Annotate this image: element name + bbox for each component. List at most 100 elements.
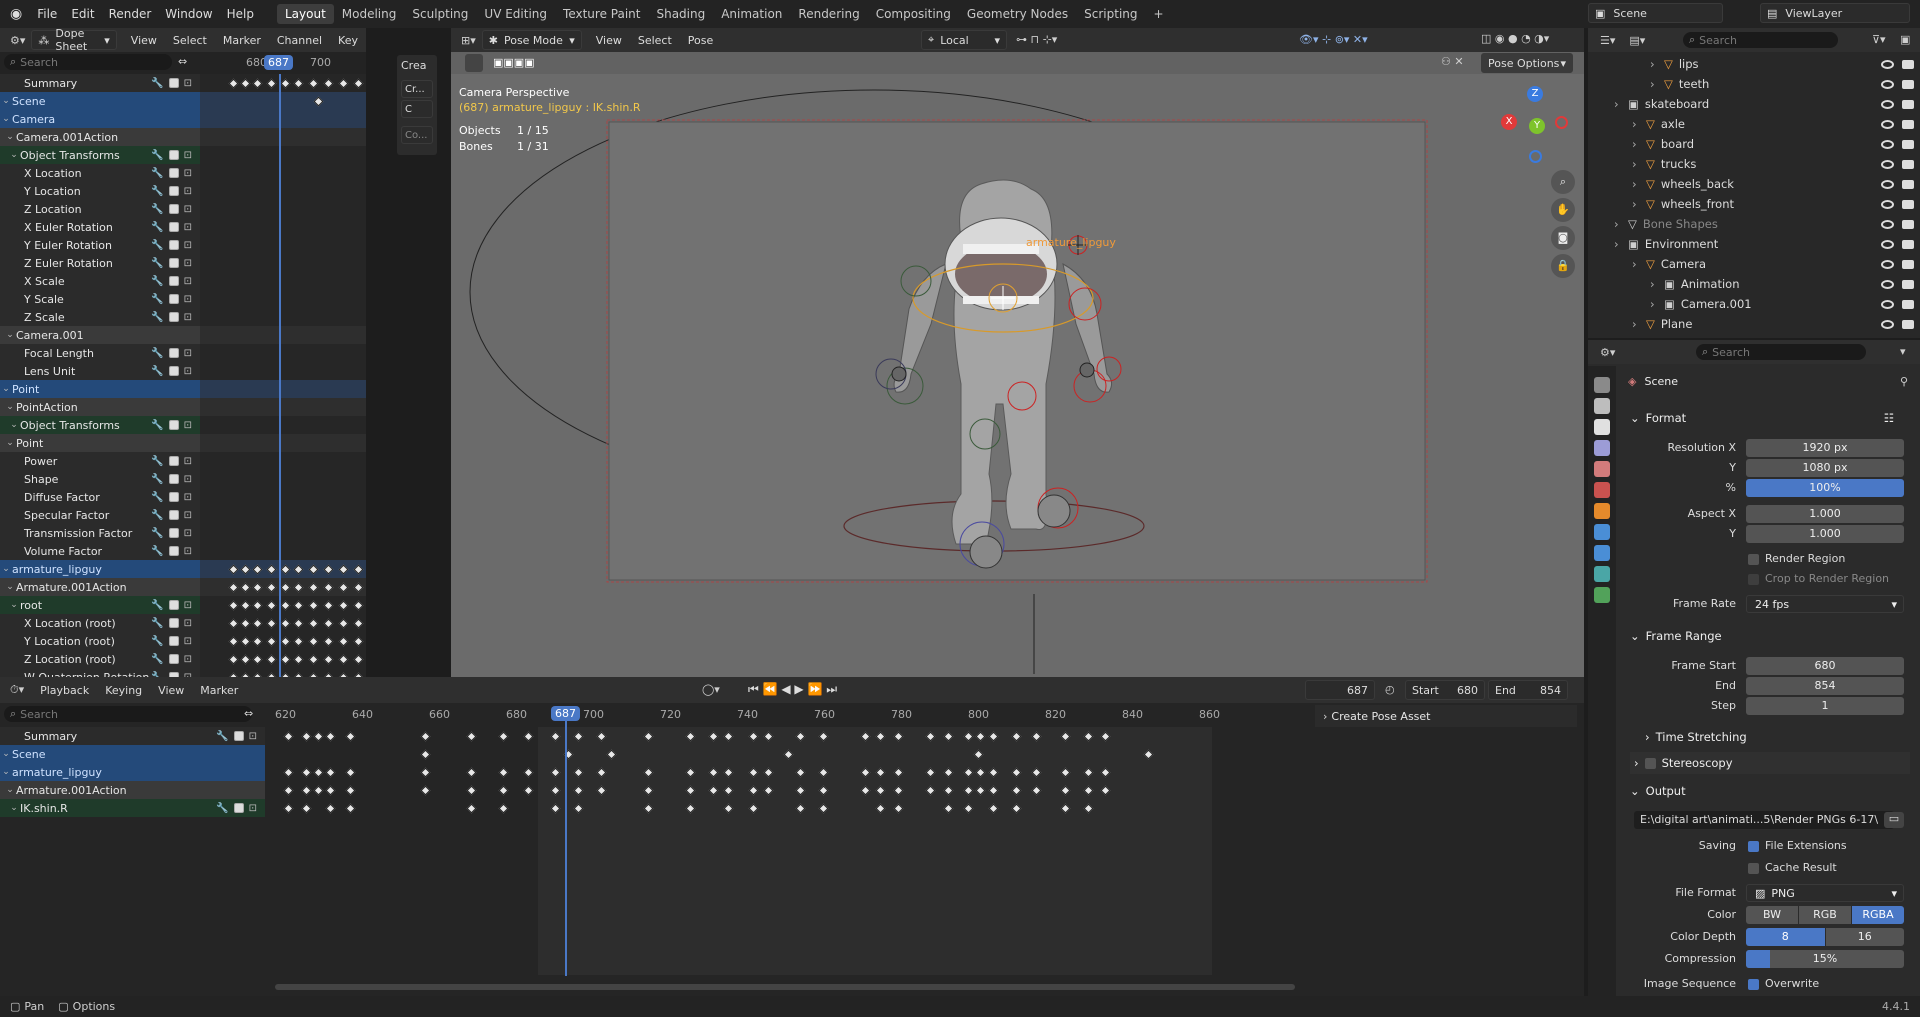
keyframe[interactable]	[723, 785, 734, 796]
channel-row[interactable]: Power 🔧 ⊡	[0, 452, 200, 470]
channel-row[interactable]: ⌄ armature_lipguy	[0, 560, 200, 578]
transform-orientation-select[interactable]: ⌖ Local ▾	[921, 30, 1007, 50]
keyframe[interactable]	[596, 785, 607, 796]
keyframe[interactable]	[550, 785, 561, 796]
expand-chevron-icon[interactable]: ⌄	[8, 150, 20, 160]
keyframe[interactable]	[550, 803, 561, 814]
expand-chevron-icon[interactable]: ›	[1650, 77, 1664, 91]
channel-row[interactable]: Summary 🔧 ⊡	[0, 727, 265, 745]
wrench-icon[interactable]: 🔧	[151, 276, 163, 287]
lock-icon[interactable]: 🔒	[1551, 254, 1575, 278]
keyframe[interactable]	[498, 731, 509, 742]
wrench-icon[interactable]: 🔧	[151, 366, 163, 377]
expand-chevron-icon[interactable]: ⌄	[0, 96, 12, 106]
output-tab-icon[interactable]	[1594, 419, 1610, 435]
menu-render[interactable]: Render	[102, 7, 159, 21]
keyframe[interactable]	[893, 803, 904, 814]
keyframe[interactable]	[1143, 749, 1154, 760]
lock-icon[interactable]: ⊡	[249, 803, 257, 814]
keyframe[interactable]	[466, 785, 477, 796]
wrench-icon[interactable]: 🔧	[151, 636, 163, 647]
channel-row[interactable]: Focal Length 🔧 ⊡	[0, 344, 200, 362]
keyframe[interactable]	[313, 767, 324, 778]
expand-chevron-icon[interactable]: ⌄	[4, 402, 16, 412]
mute-checkbox-icon[interactable]	[168, 491, 179, 502]
visibility-eye-icon[interactable]	[1881, 259, 1894, 269]
expand-chevron-icon[interactable]: ›	[1614, 237, 1628, 251]
mute-checkbox-icon[interactable]	[168, 149, 179, 160]
lock-icon[interactable]: ⊡	[184, 546, 192, 557]
create-pose-asset-panel[interactable]: › Create Pose Asset	[1315, 705, 1577, 727]
playback-controls[interactable]: ⏮ ⏪ ◀ ▶ ⏩ ⏭	[748, 682, 837, 697]
render-camera-icon[interactable]	[1902, 299, 1914, 309]
tab-modeling[interactable]: Modeling	[334, 4, 405, 24]
mute-checkbox-icon[interactable]	[168, 545, 179, 556]
filter-icon[interactable]: ⊽▾	[1872, 33, 1886, 46]
visibility-eye-icon[interactable]	[1881, 79, 1894, 89]
mute-checkbox-icon[interactable]	[168, 599, 179, 610]
timeline-keyframes[interactable]	[265, 727, 1315, 827]
outliner-item[interactable]: › ▣ Environment	[1588, 234, 1920, 254]
keyframe[interactable]	[498, 803, 509, 814]
outliner-item[interactable]: › ▽ Plane	[1588, 314, 1920, 334]
keyframe[interactable]	[1060, 731, 1071, 742]
wrench-icon[interactable]: 🔧	[151, 258, 163, 269]
auto-key-icon[interactable]: ◯▾	[702, 683, 720, 696]
keyframe[interactable]	[963, 767, 974, 778]
aspect-x-field[interactable]: 1.000	[1746, 505, 1904, 523]
start-frame-field[interactable]: Start 680	[1405, 680, 1485, 700]
keyframe[interactable]	[925, 767, 936, 778]
keyframe[interactable]	[723, 767, 734, 778]
tab-texture-paint[interactable]: Texture Paint	[555, 4, 648, 24]
keyframe[interactable]	[988, 785, 999, 796]
channel-row[interactable]: Y Scale 🔧 ⊡	[0, 290, 200, 308]
mute-checkbox-icon[interactable]	[168, 275, 179, 286]
view-layer-selector[interactable]: ▤ ViewLayer	[1760, 3, 1910, 23]
keyframe[interactable]	[763, 731, 774, 742]
keyframe[interactable]	[1011, 785, 1022, 796]
scene-selector[interactable]: ▣ Scene	[1588, 3, 1723, 23]
render-camera-icon[interactable]	[1902, 199, 1914, 209]
expand-chevron-icon[interactable]: ›	[1650, 297, 1664, 311]
channel-row[interactable]: Summary 🔧 ⊡	[0, 74, 200, 92]
channel-row[interactable]: Z Euler Rotation 🔧 ⊡	[0, 254, 200, 272]
channel-toggles[interactable]: 🔧 ⊡	[151, 545, 192, 557]
render-camera-icon[interactable]	[1902, 159, 1914, 169]
keyframe[interactable]	[1083, 731, 1094, 742]
file-format-dropdown[interactable]: ▨ PNG ▾	[1746, 884, 1904, 902]
mute-checkbox-icon[interactable]	[168, 293, 179, 304]
frame-range-section[interactable]: ⌄ Frame Range	[1630, 625, 1910, 647]
keyframe[interactable]	[860, 767, 871, 778]
menu-key[interactable]: Key	[330, 34, 366, 47]
editor-type-icon[interactable]: ⊞▾	[461, 34, 476, 47]
keyframe[interactable]	[498, 785, 509, 796]
channel-row[interactable]: Y Location 🔧 ⊡	[0, 182, 200, 200]
render-camera-icon[interactable]	[1902, 119, 1914, 129]
timeline-scrollbar[interactable]	[275, 984, 1295, 990]
frame-rate-dropdown[interactable]: 24 fps ▾	[1746, 595, 1904, 613]
expand-chevron-icon[interactable]: ⌄	[0, 564, 12, 574]
keyframe[interactable]	[550, 731, 561, 742]
keyframe[interactable]	[875, 785, 886, 796]
lock-icon[interactable]: ⊡	[184, 492, 192, 503]
keyframe[interactable]	[963, 803, 974, 814]
wrench-icon[interactable]: 🔧	[151, 456, 163, 467]
outliner-editor-icon[interactable]: ☰▾	[1600, 34, 1615, 47]
channel-row[interactable]: ⌄ Scene	[0, 92, 200, 110]
wrench-icon[interactable]: 🔧	[151, 492, 163, 503]
expand-chevron-icon[interactable]: ›	[1614, 97, 1628, 111]
render-camera-icon[interactable]	[1902, 59, 1914, 69]
keyframe[interactable]	[975, 731, 986, 742]
axis-x-icon[interactable]: X	[1501, 114, 1517, 130]
lock-icon[interactable]: ⊡	[184, 186, 192, 197]
visibility-eye-icon[interactable]	[1881, 219, 1894, 229]
channel-row[interactable]: Volume Factor 🔧 ⊡	[0, 542, 200, 560]
expand-chevron-icon[interactable]: ⌄	[8, 600, 20, 610]
expand-chevron-icon[interactable]: ›	[1614, 217, 1628, 231]
keyframe[interactable]	[708, 731, 719, 742]
keyframe[interactable]	[523, 731, 534, 742]
keyframe[interactable]	[1060, 767, 1071, 778]
channel-row[interactable]: ⌄ Object Transforms 🔧 ⊡	[0, 146, 200, 164]
color-rgba-option[interactable]: RGBA	[1852, 906, 1904, 924]
keyframe[interactable]	[1011, 731, 1022, 742]
